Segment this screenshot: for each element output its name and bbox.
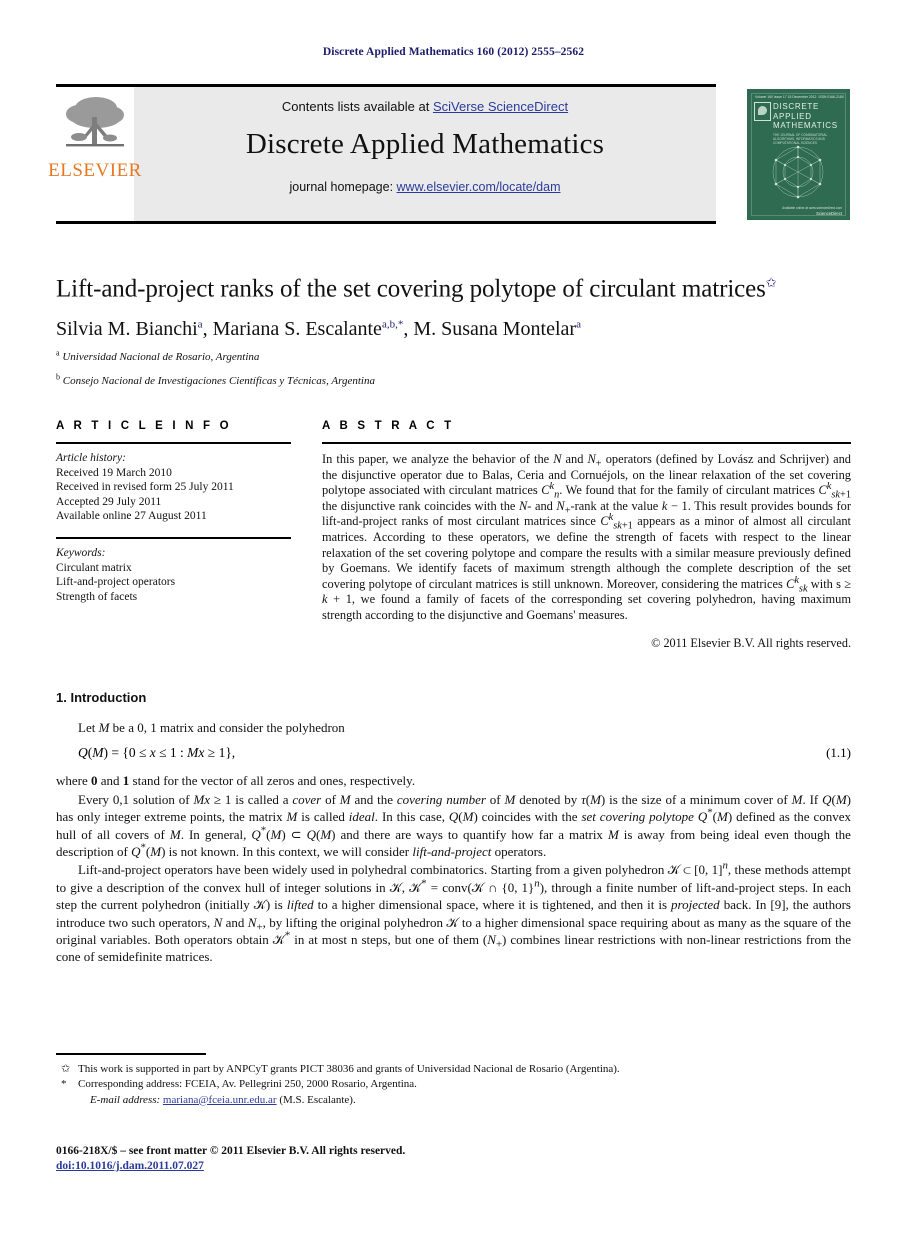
body-paragraph: where 0 and 1 stand for the vector of al… xyxy=(56,773,416,789)
cover-issue-left: Volume 160 Issue 17 15 December 2012 xyxy=(755,95,817,99)
cover-title-line2: APPLIED xyxy=(773,111,812,121)
article-history-item: Accepted 29 July 2011 xyxy=(56,495,162,508)
colophon: 0166-218X/$ – see front matter © 2011 El… xyxy=(56,1144,851,1174)
article-info-panel: A R T I C L E I N F O Article history: R… xyxy=(56,420,291,604)
body-paragraph: Every 0,1 solution of Mx ≥ 1 is called a… xyxy=(56,791,852,860)
masthead-rule-bottom xyxy=(56,221,716,224)
email-label: E-mail address: xyxy=(90,1093,161,1106)
elsevier-wordmark: ELSEVIER xyxy=(48,160,142,181)
footnote-funding-text: This work is supported in part by ANPCyT… xyxy=(78,1062,620,1075)
abstract-rule xyxy=(322,442,851,444)
paper-title-text: Lift-and-project ranks of the set coveri… xyxy=(56,275,766,303)
journal-cover-image: Volume 160 Issue 17 15 December 2012 ISS… xyxy=(746,88,851,221)
author-list: Silvia M. Bianchia, Mariana S. Escalante… xyxy=(56,318,581,341)
keywords-label: Keywords: xyxy=(56,546,106,559)
abstract-heading: A B S T R A C T xyxy=(322,420,455,432)
affiliation-b-text: Consejo Nacional de Investigaciones Cien… xyxy=(62,375,375,388)
affiliation-b-marker: b xyxy=(56,372,60,382)
title-footnote-marker: ✩ xyxy=(765,275,777,290)
elsevier-logo: ELSEVIER xyxy=(48,88,141,221)
footnote-corresponding: * Corresponding address: FCEIA, Av. Pell… xyxy=(56,1077,851,1093)
footnote-star-marker: ✩ xyxy=(61,1062,71,1075)
journal-masthead: ELSEVIER Contents lists available at Sci… xyxy=(48,84,851,224)
cover-issue-line: Volume 160 Issue 17 15 December 2012 ISS… xyxy=(755,95,844,99)
keyword-item: Circulant matrix xyxy=(56,561,132,574)
keywords-rule xyxy=(56,536,291,539)
footnote-rule xyxy=(56,1053,206,1055)
affiliation-a-marker: a xyxy=(56,348,60,358)
sciencedirect-link[interactable]: SciVerse ScienceDirect xyxy=(433,99,568,114)
article-history-item: Received in revised form 25 July 2011 xyxy=(56,481,234,494)
cover-issue-right: ISSN 0166-218X xyxy=(818,95,844,99)
elsevier-tree-icon xyxy=(63,93,127,160)
equation-body: Q(M) = {0 ≤ x ≤ 1 : Mx ≥ 1}, xyxy=(78,745,236,761)
page-title: Lift-and-project ranks of the set coveri… xyxy=(56,268,851,304)
article-history-label: Article history: xyxy=(56,452,126,464)
issn-front-matter: 0166-218X/$ – see front matter © 2011 El… xyxy=(56,1145,406,1157)
section-heading-introduction: 1. Introduction xyxy=(56,690,147,705)
journal-title: Discrete Applied Mathematics xyxy=(245,128,605,160)
article-history-item: Received 19 March 2010 xyxy=(56,466,172,479)
footnote-funding: ✩ This work is supported in part by ANPC… xyxy=(56,1062,851,1078)
homepage-prefix: journal homepage: xyxy=(289,180,397,194)
cover-publisher: ScienceDirect xyxy=(816,211,842,216)
running-head: Discrete Applied Mathematics 160 (2012) … xyxy=(322,46,585,58)
article-info-rule xyxy=(56,442,291,444)
article-body: 1. Introduction Let M be a 0, 1 matrix a… xyxy=(56,690,851,967)
affiliation-a: a Universidad Nacional de Rosario, Argen… xyxy=(56,348,851,365)
cover-graph-illustration-icon xyxy=(772,145,824,199)
cover-title: DISCRETE APPLIED MATHEMATICS xyxy=(773,102,838,131)
footnote-block: ✩ This work is supported in part by ANPC… xyxy=(56,1053,851,1108)
cover-elsevier-mark-icon xyxy=(754,102,771,121)
equation-number: (1.1) xyxy=(826,745,851,761)
journal-homepage-line: journal homepage: www.elsevier.com/locat… xyxy=(134,180,716,194)
masthead-center: Contents lists available at SciVerse Sci… xyxy=(134,87,716,221)
article-history: Article history: Received 19 March 2010 … xyxy=(56,451,291,524)
footnote-email: E-mail address: mariana@fceia.unr.edu.ar… xyxy=(56,1093,851,1109)
email-owner: (M.S. Escalante). xyxy=(279,1093,356,1106)
affiliation-a-text: Universidad Nacional de Rosario, Argenti… xyxy=(62,351,260,364)
article-history-item: Available online 27 August 2011 xyxy=(56,510,207,523)
footnote-corresponding-text: Corresponding address: FCEIA, Av. Pelleg… xyxy=(78,1078,417,1091)
abstract-copyright: © 2011 Elsevier B.V. All rights reserved… xyxy=(651,635,851,650)
equation-1-1: Q(M) = {0 ≤ x ≤ 1 : Mx ≥ 1}, (1.1) xyxy=(56,745,851,761)
footnote-asterisk-marker: * xyxy=(61,1078,67,1091)
cover-title-line3: MATHEMATICS xyxy=(773,121,838,130)
keywords-list: Keywords: Circulant matrix Lift-and-proj… xyxy=(56,546,291,604)
email-link[interactable]: mariana@fceia.unr.edu.ar xyxy=(163,1094,277,1106)
body-paragraph: Lift-and-project operators have been wid… xyxy=(56,860,851,965)
paper-page: Discrete Applied Mathematics 160 (2012) … xyxy=(0,0,907,1238)
abstract-panel: A B S T R A C T In this paper, we analyz… xyxy=(322,420,851,651)
journal-homepage-link[interactable]: www.elsevier.com/locate/dam xyxy=(397,180,561,194)
keyword-item: Strength of facets xyxy=(56,590,138,603)
contents-prefix: Contents lists available at xyxy=(281,99,433,114)
contents-available-line: Contents lists available at SciVerse Sci… xyxy=(134,99,716,114)
cover-footer-note: Available online at www.sciencedirect.co… xyxy=(782,205,842,210)
article-info-heading: A R T I C L E I N F O xyxy=(56,420,232,432)
keyword-item: Lift-and-project operators xyxy=(56,576,176,589)
cover-title-line1: DISCRETE xyxy=(773,102,820,111)
title-block: Lift-and-project ranks of the set coveri… xyxy=(56,268,851,389)
abstract-text: In this paper, we analyze the behavior o… xyxy=(322,452,852,622)
body-paragraph: Let M be a 0, 1 matrix and consider the … xyxy=(78,720,345,735)
doi-link[interactable]: doi:10.1016/j.dam.2011.07.027 xyxy=(56,1160,204,1172)
affiliation-b: b Consejo Nacional de Investigaciones Ci… xyxy=(56,372,851,389)
keywords-block: Keywords: Circulant matrix Lift-and-proj… xyxy=(56,536,291,604)
